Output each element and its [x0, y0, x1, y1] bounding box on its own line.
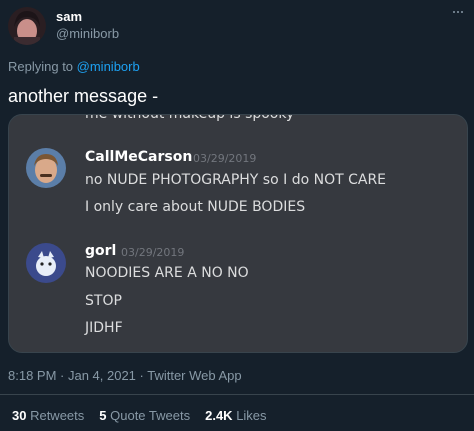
- message-author: gorl: [85, 243, 117, 259]
- replying-to-handle-link[interactable]: @miniborb: [77, 59, 140, 74]
- tweet-timestamp-source[interactable]: 8:18 PM · Jan 4, 2021 · Twitter Web App: [8, 368, 242, 383]
- author-avatar[interactable]: [8, 7, 46, 45]
- likes-stat[interactable]: 2.4K Likes: [205, 408, 266, 423]
- tweet-stats: 30 Retweets 5 Quote Tweets 2.4K Likes: [12, 408, 267, 423]
- more-dot-icon: [457, 11, 459, 13]
- message-line: no NUDE PHOTOGRAPHY so I do NOT CARE: [85, 172, 387, 188]
- retweets-label: Retweets: [26, 408, 85, 423]
- retweets-count: 30: [12, 408, 27, 423]
- more-options-button[interactable]: [448, 6, 468, 18]
- likes-label: Likes: [232, 408, 267, 423]
- tweet-media-image[interactable]: me without makeup is spooky CallMeCarson…: [8, 114, 468, 353]
- message-line: JIDHF: [85, 320, 123, 336]
- message-author: CallMeCarson: [85, 149, 193, 165]
- message-line: STOP: [85, 293, 122, 309]
- author-handle[interactable]: @miniborb: [56, 26, 119, 41]
- message-line: I only care about NUDE BODIES: [85, 199, 306, 215]
- message-timestamp: 03/29/2019: [121, 246, 185, 259]
- retweets-stat[interactable]: 30 Retweets: [12, 408, 84, 423]
- likes-count: 2.4K: [205, 408, 233, 423]
- author-display-name[interactable]: sam: [56, 9, 82, 24]
- divider: [0, 394, 474, 395]
- gorl-avatar: [26, 243, 66, 283]
- more-dot-icon: [453, 11, 455, 13]
- message-line: NOODIES ARE A NO NO: [85, 265, 249, 281]
- replying-to-prefix: Replying to: [8, 59, 77, 74]
- cut-off-message-line: me without makeup is spooky: [85, 114, 295, 122]
- tweet: sam @miniborb Replying to @miniborb anot…: [0, 0, 474, 431]
- replying-to: Replying to @miniborb: [8, 59, 140, 74]
- quote-tweets-stat[interactable]: 5 Quote Tweets: [99, 408, 190, 423]
- message-timestamp: 03/29/2019: [193, 152, 257, 165]
- quote-tweets-count: 5: [99, 408, 107, 423]
- callmecarson-avatar: [26, 148, 66, 188]
- more-dot-icon: [461, 11, 463, 13]
- tweet-text: another message -: [8, 86, 159, 106]
- quote-tweets-label: Quote Tweets: [106, 408, 191, 423]
